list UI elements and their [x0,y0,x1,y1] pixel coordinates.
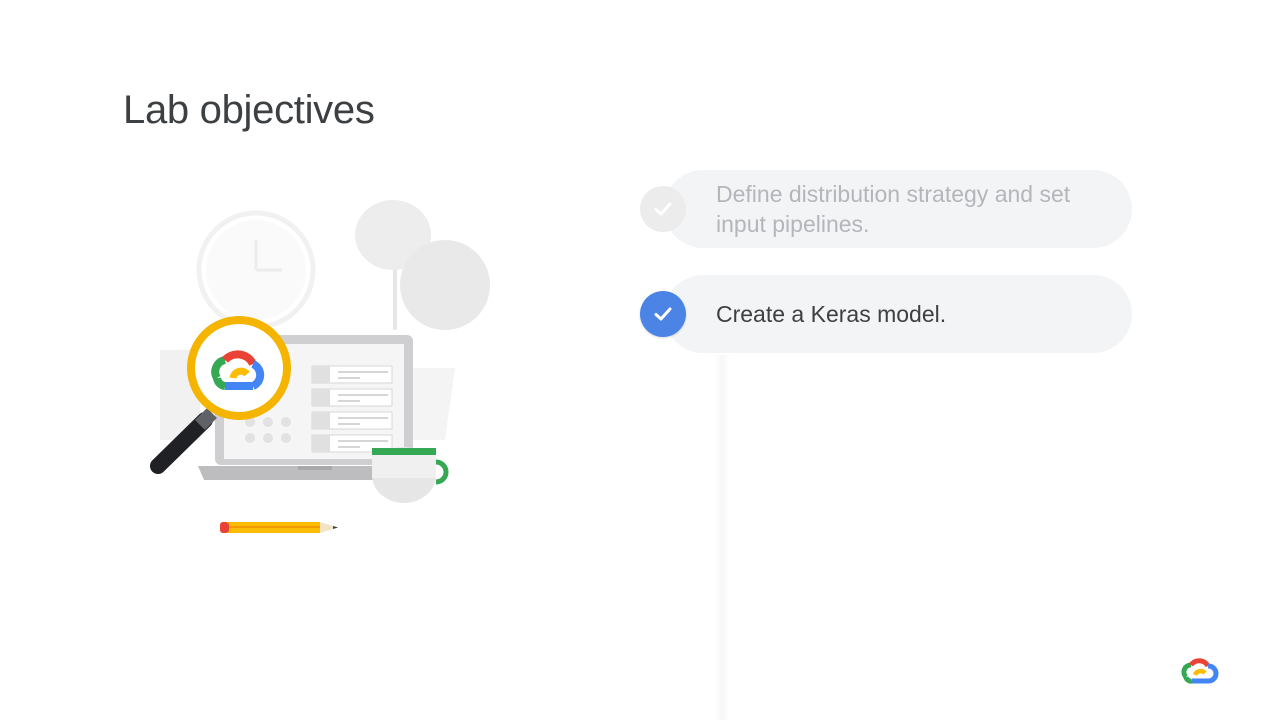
objective-item-keras-model: Create a Keras model. [640,275,1135,353]
checkmark-icon [640,291,686,337]
objective-label: Define distribution strategy and set inp… [716,170,1116,248]
slide: Lab objectives Define distribution strat… [0,0,1280,720]
objective-text: Create a Keras model. [716,301,947,327]
google-cloud-logo-icon [1181,658,1219,684]
objective-item-input-pipelines: Define distribution strategy and set inp… [640,170,1135,248]
objective-label: Create a Keras model. [716,275,1116,353]
magnifier-laptop-illustration-icon [150,200,490,533]
divider-shadow [715,355,729,720]
slide-title: Lab objectives [123,88,375,132]
checkmark-icon [640,186,686,232]
objective-text: Define distribution strategy and set inp… [716,181,1071,237]
